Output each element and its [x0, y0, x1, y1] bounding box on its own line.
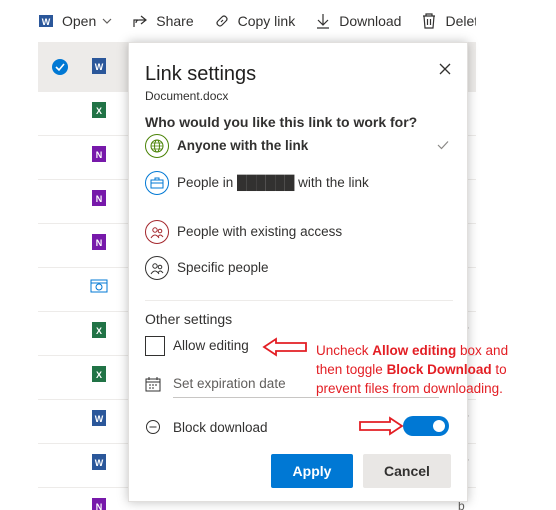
option-anyone[interactable]: Anyone with the link: [145, 134, 455, 158]
checkmark-icon: [437, 141, 449, 150]
divider: [145, 300, 453, 301]
annotation-text: Uncheck Allow editing box and then toggl…: [316, 341, 526, 398]
copy-link-label: Copy link: [237, 13, 296, 29]
web-icon: [90, 279, 108, 293]
link-audience-question: Who would you like this link to work for…: [145, 114, 418, 130]
svg-text:X: X: [96, 326, 102, 336]
trash-icon: [423, 13, 436, 29]
svg-text:N: N: [96, 238, 103, 248]
dialog-filename: Document.docx: [145, 89, 229, 103]
open-button[interactable]: W Open: [38, 0, 112, 42]
link-settings-dialog: Link settings Document.docx Who would yo…: [128, 42, 468, 502]
selected-check-icon[interactable]: [52, 59, 68, 75]
allow-editing-label: Allow editing: [173, 338, 249, 353]
svg-text:W: W: [95, 414, 104, 424]
open-label: Open: [62, 13, 97, 29]
command-bar: W Open Share Copy link Download Delete: [0, 0, 476, 42]
allow-editing-checkbox[interactable]: [145, 336, 165, 356]
word-icon: W: [39, 15, 53, 27]
svg-text:X: X: [96, 106, 102, 116]
block-icon: [146, 420, 160, 434]
word-icon: W: [92, 410, 106, 426]
page-margin: [476, 0, 556, 510]
onenote-icon: N: [92, 234, 106, 250]
cancel-button[interactable]: Cancel: [363, 454, 451, 488]
excel-icon: X: [92, 322, 106, 338]
svg-text:X: X: [96, 370, 102, 380]
dialog-title: Link settings: [145, 63, 257, 85]
svg-text:W: W: [42, 17, 51, 27]
option-anyone-label: Anyone with the link: [177, 138, 309, 153]
apply-button[interactable]: Apply: [271, 454, 353, 488]
download-button[interactable]: Download: [315, 0, 401, 42]
briefcase-icon: [145, 171, 169, 195]
svg-text:W: W: [95, 458, 104, 468]
other-settings-heading: Other settings: [145, 311, 233, 327]
close-icon[interactable]: [437, 61, 453, 77]
globe-icon: [145, 134, 169, 158]
annotation-arrow-allow-editing: [262, 337, 307, 357]
delete-button[interactable]: Delete: [421, 0, 476, 42]
share-label: Share: [156, 13, 194, 29]
onenote-icon: N: [92, 498, 106, 510]
annotation-bold-2: Block Download: [386, 362, 492, 377]
block-download-toggle[interactable]: [403, 416, 449, 436]
annotation-bold-1: Allow editing: [372, 343, 457, 358]
annotation-text-1: Uncheck: [316, 343, 373, 358]
annotation-arrow-block-download: [359, 416, 404, 436]
toggle-knob: [433, 420, 445, 432]
option-existing-access[interactable]: People with existing access: [145, 220, 455, 244]
excel-icon: X: [92, 102, 106, 118]
word-icon: W: [92, 454, 106, 470]
svg-text:N: N: [96, 150, 103, 160]
chevron-down-icon: [102, 18, 112, 24]
link-icon: [216, 15, 228, 27]
option-people-in-org[interactable]: People in ██████ with the link: [145, 171, 455, 195]
word-icon: W: [92, 58, 106, 74]
option-specific-people-label: Specific people: [177, 260, 269, 275]
delete-label: Delete: [445, 13, 476, 29]
svg-text:N: N: [96, 502, 103, 510]
download-label: Download: [339, 13, 402, 29]
person-icon: [145, 256, 169, 280]
option-specific-people[interactable]: Specific people: [145, 256, 455, 280]
excel-icon: X: [92, 366, 106, 382]
calendar-icon: [145, 377, 161, 392]
onenote-icon: N: [92, 190, 106, 206]
onenote-icon: N: [92, 146, 106, 162]
share-icon: [133, 15, 148, 27]
share-button[interactable]: Share: [132, 0, 194, 42]
option-existing-access-label: People with existing access: [177, 224, 343, 239]
copy-link-button[interactable]: Copy link: [214, 0, 296, 42]
svg-text:N: N: [96, 194, 103, 204]
download-icon: [317, 14, 330, 29]
block-download-label: Block download: [173, 420, 268, 435]
svg-text:W: W: [95, 62, 104, 72]
people-icon: [145, 220, 169, 244]
option-people-in-org-label: People in ██████ with the link: [177, 175, 369, 190]
